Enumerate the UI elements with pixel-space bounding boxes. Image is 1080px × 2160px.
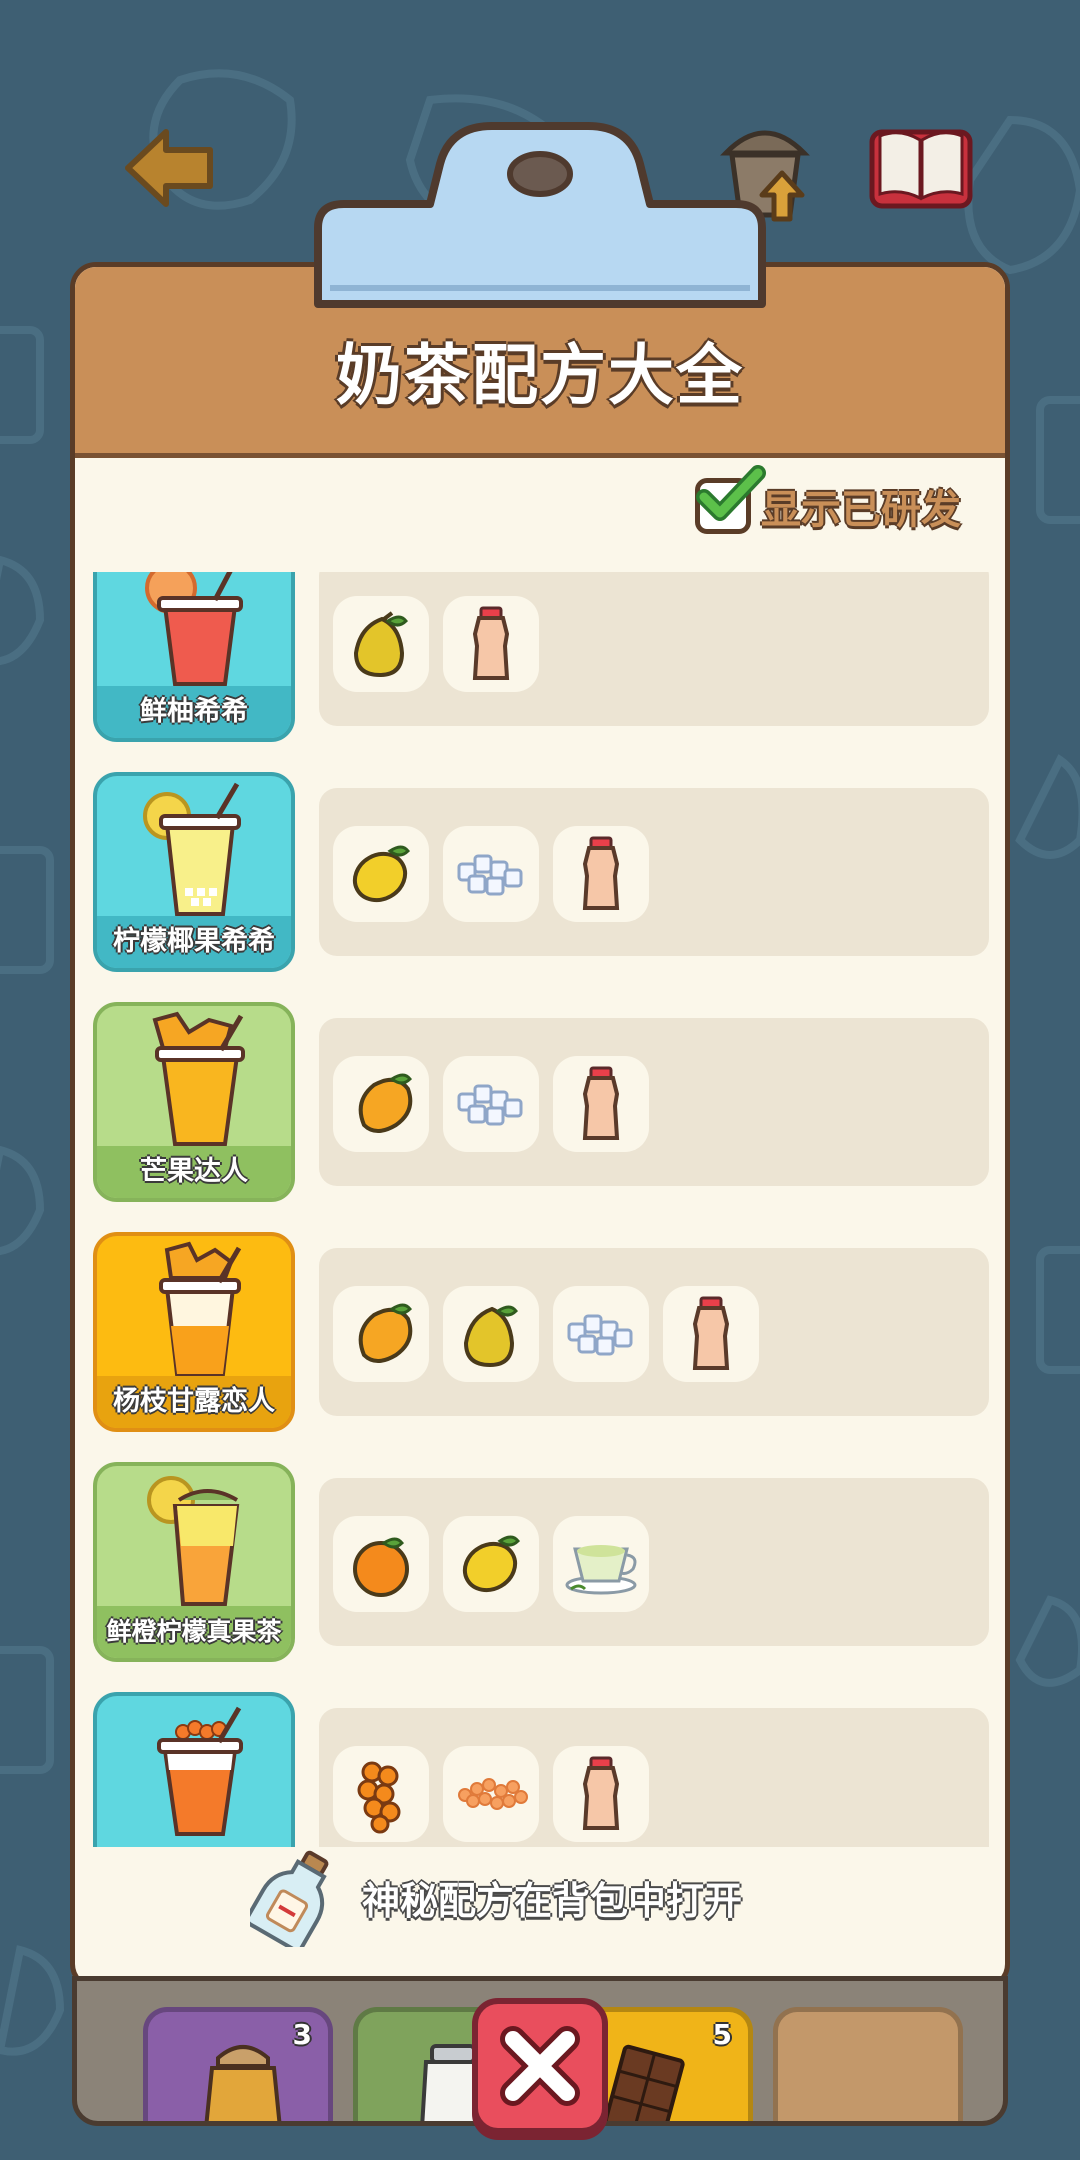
book-icon	[869, 129, 973, 209]
sea-buckthorn-drink-icon	[157, 1706, 243, 1836]
checkmark-icon	[696, 465, 766, 521]
inventory-slot[interactable]: 3	[143, 2007, 333, 2121]
drink-name: 芒果达人	[97, 1146, 291, 1198]
recipe-board: 奶茶配方大全 显示已研发 鲜柚希希 柠檬椰果希希 芒果达人 杨枝甘露恋人 鲜橙柠…	[70, 262, 1010, 1990]
page-title: 奶茶配方大全	[336, 337, 744, 414]
close-button[interactable]	[472, 1998, 608, 2134]
recipe-list[interactable]: 鲜柚希希 柠檬椰果希希 芒果达人 杨枝甘露恋人 鲜橙柠檬真果茶	[75, 572, 1005, 1847]
ingredient-slot	[443, 596, 539, 692]
ingredient-slot	[443, 1746, 539, 1842]
honey-jar-icon	[204, 2045, 282, 2121]
ingredient-slot	[443, 1056, 539, 1152]
drink-name: 杨枝甘露恋人	[97, 1376, 291, 1428]
ingredient-panel	[319, 1248, 989, 1416]
item-count: 3	[292, 2018, 312, 2051]
close-icon	[500, 2026, 580, 2106]
drink-name: 柠檬椰果希希	[97, 916, 291, 968]
yakult-bottle-icon	[582, 1066, 620, 1140]
ingredient-slot	[333, 596, 429, 692]
ingredient-panel	[319, 572, 989, 726]
recipe-book-button[interactable]	[866, 118, 976, 218]
ingredient-panel	[319, 1708, 989, 1847]
ingredient-slot	[333, 826, 429, 922]
lemon-icon	[462, 1535, 520, 1593]
mango-drink-icon	[152, 1011, 245, 1146]
orange-pearls-icon	[458, 1778, 528, 1810]
coconut-jelly-icon	[567, 1314, 633, 1356]
recipe-row[interactable]: 杨枝甘露恋人	[75, 1232, 1005, 1432]
ingredient-slot	[333, 1286, 429, 1382]
back-button[interactable]	[118, 118, 218, 218]
sea-buckthorn-icon	[357, 1761, 401, 1834]
recipe-row[interactable]: 柠檬椰果希希	[75, 772, 1005, 972]
ingredient-panel	[319, 1018, 989, 1186]
item-count: 5	[712, 2018, 732, 2051]
recipe-row[interactable]: 芒果达人	[75, 1002, 1005, 1202]
orange-lemon-tea-icon	[147, 1476, 240, 1606]
recipe-row[interactable]: 鲜柚希希	[75, 572, 1005, 742]
ingredient-slot	[333, 1516, 429, 1612]
green-tea-icon	[565, 1545, 637, 1595]
show-developed-toggle[interactable]: 显示已研发	[695, 465, 961, 535]
back-arrow-icon	[125, 129, 213, 207]
drink-name: 鲜橙柠檬真果茶	[97, 1606, 291, 1658]
inventory-slot[interactable]	[773, 2007, 963, 2121]
orange-icon	[353, 1537, 409, 1597]
drink-card[interactable]: 鲜柚希希	[93, 572, 295, 742]
ingredient-slot	[553, 1056, 649, 1152]
lemon-icon	[352, 845, 410, 903]
drink-card[interactable]: 杨枝甘露恋人	[93, 1232, 295, 1432]
ingredient-panel	[319, 1478, 989, 1646]
mango-icon	[358, 1073, 413, 1133]
ingredient-slot	[663, 1286, 759, 1382]
grapefruit-drink-icon	[145, 572, 243, 686]
clipboard-clip	[314, 122, 766, 308]
ingredient-slot	[443, 1516, 539, 1612]
drink-card[interactable]: 柠檬椰果希希	[93, 772, 295, 972]
drink-name: 鲜柚希希	[97, 686, 291, 738]
mango-icon	[358, 1303, 413, 1363]
lemon-coconut-drink-icon	[143, 782, 241, 916]
message-bottle-icon	[250, 1850, 329, 1947]
drink-card[interactable]	[93, 1692, 295, 1847]
pear-icon	[463, 1305, 518, 1368]
recipe-row[interactable]	[75, 1692, 1005, 1847]
pear-icon	[353, 611, 408, 678]
coconut-jelly-icon	[457, 1084, 523, 1126]
ingredient-slot	[553, 1746, 649, 1842]
ingredient-slot	[333, 1056, 429, 1152]
filter-label: 显示已研发	[761, 487, 961, 533]
ingredient-slot	[553, 1286, 649, 1382]
yakult-bottle-icon	[692, 1296, 730, 1370]
coconut-jelly-icon	[457, 854, 523, 896]
drink-card[interactable]: 鲜橙柠檬真果茶	[93, 1462, 295, 1662]
recipe-row[interactable]: 鲜橙柠檬真果茶	[75, 1462, 1005, 1662]
yakult-bottle-icon	[472, 606, 510, 680]
yakult-bottle-icon	[582, 1756, 620, 1830]
ingredient-slot	[443, 826, 539, 922]
checkbox[interactable]	[695, 465, 766, 534]
ingredient-slot	[333, 1746, 429, 1842]
mystery-recipe-hint: 神秘配方在背包中打开	[250, 1847, 742, 1947]
ingredient-slot	[553, 826, 649, 922]
ingredient-slot	[553, 1516, 649, 1612]
ingredient-panel	[319, 788, 989, 956]
drink-card[interactable]: 芒果达人	[93, 1002, 295, 1202]
ingredient-slot	[443, 1286, 539, 1382]
hint-text: 神秘配方在背包中打开	[362, 1878, 743, 1923]
yakult-bottle-icon	[582, 836, 620, 910]
mango-pomelo-drink-icon	[159, 1241, 242, 1376]
